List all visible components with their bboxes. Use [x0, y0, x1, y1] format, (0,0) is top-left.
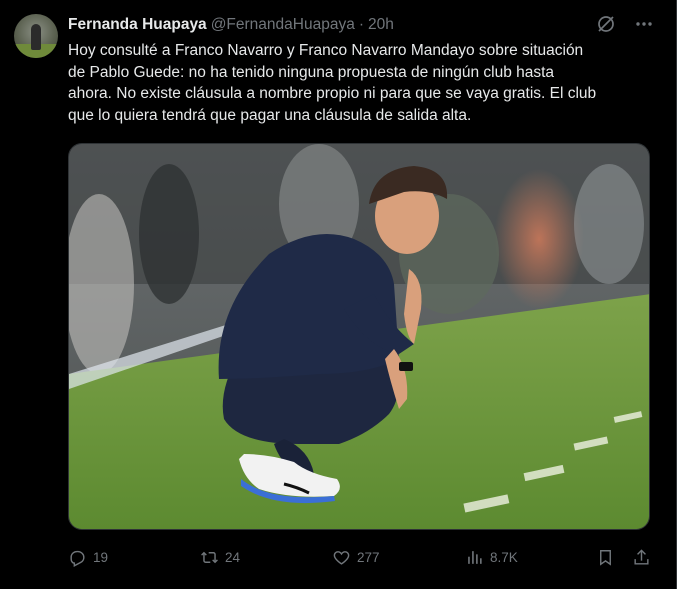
reply-icon [70, 550, 85, 567]
retweet-count: 24 [225, 549, 241, 565]
author-name[interactable]: Fernanda Huapaya [68, 16, 207, 34]
views-count: 8.7K [490, 549, 518, 565]
retweet-button[interactable]: 24 [200, 545, 240, 569]
tweet[interactable]: Fernanda Huapaya @FernandaHuapaya · 20h … [0, 0, 677, 589]
author-handle[interactable]: @FernandaHuapaya [211, 16, 355, 34]
like-count: 277 [357, 549, 380, 565]
bookmark-button[interactable] [596, 545, 621, 569]
tweet-header: Fernanda Huapaya @FernandaHuapaya · 20h [68, 15, 656, 35]
bookmark-icon [600, 549, 611, 566]
photo-of-crouching-coach [69, 144, 649, 529]
reply-button[interactable]: 19 [68, 545, 108, 569]
share-icon [634, 548, 649, 565]
views-button[interactable]: 8.7K [465, 545, 518, 569]
avatar[interactable] [14, 14, 58, 58]
analytics-icon [468, 550, 482, 564]
tweet-text: Hoy consulté a Franco Navarro y Franco N… [68, 42, 597, 124]
retweet-icon [201, 551, 218, 563]
header-actions [596, 14, 654, 34]
separator-dot: · [358, 16, 364, 33]
tweet-timestamp[interactable]: 20h [368, 16, 394, 34]
like-button[interactable]: 277 [332, 545, 380, 569]
tweet-actions: 19 24 277 8.7K [68, 545, 658, 569]
grok-icon[interactable] [596, 14, 616, 34]
reply-count: 19 [93, 549, 109, 565]
share-button[interactable] [632, 545, 657, 569]
tweet-photo[interactable] [68, 143, 650, 530]
more-icon[interactable] [634, 14, 654, 34]
heart-icon [333, 550, 350, 565]
avatar-figure [31, 24, 41, 50]
